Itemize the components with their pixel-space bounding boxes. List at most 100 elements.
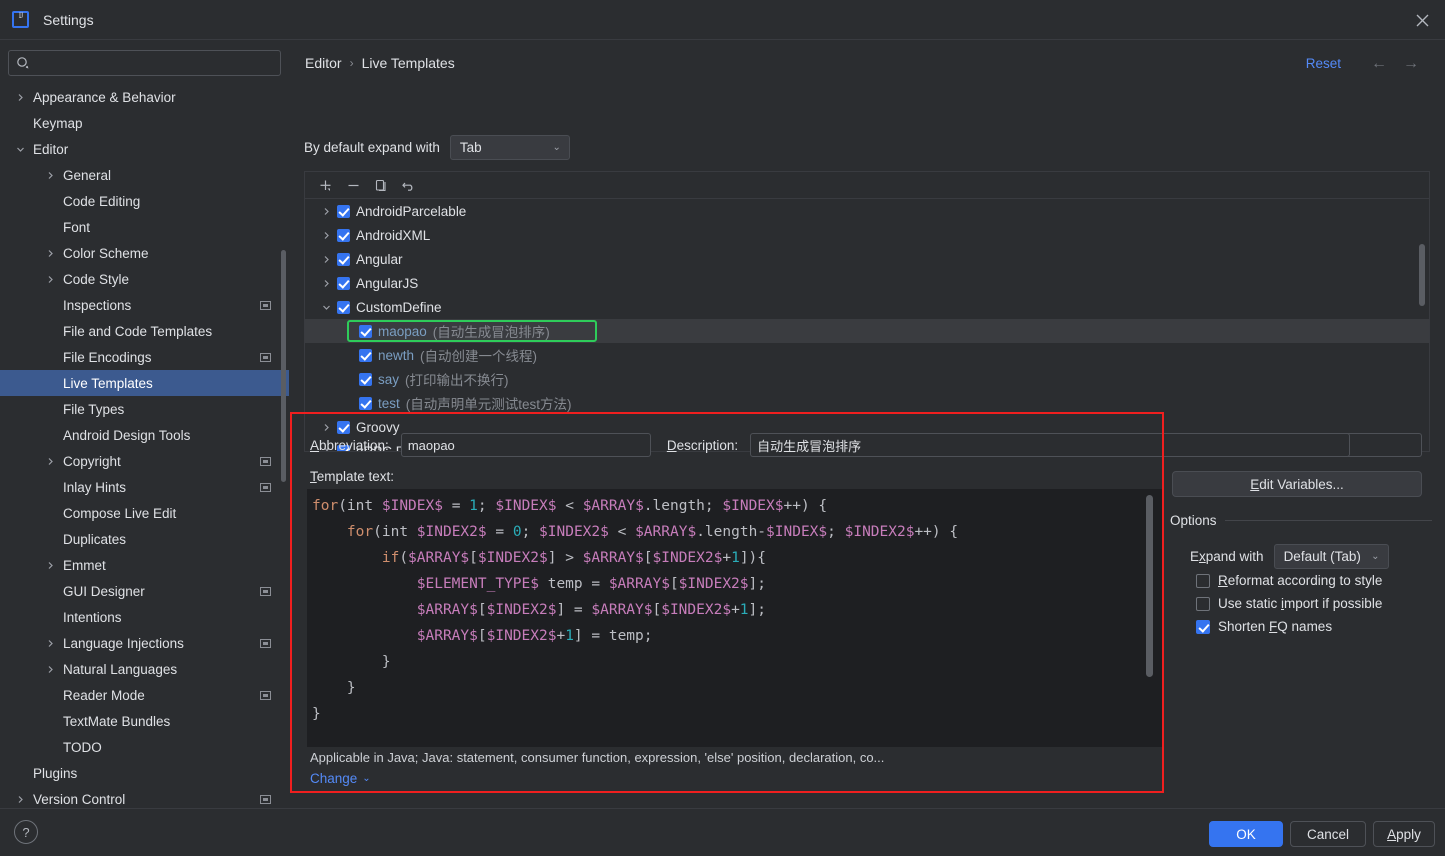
- sidebar-item-emmet[interactable]: Emmet: [0, 552, 289, 578]
- chevron-right-icon[interactable]: [319, 207, 333, 216]
- template-code[interactable]: for(int $INDEX$ = 1; $INDEX$ < $ARRAY$.l…: [307, 489, 1162, 727]
- description-input[interactable]: [750, 433, 1351, 457]
- remove-icon[interactable]: [341, 174, 365, 196]
- expand-default-value: Tab: [459, 140, 482, 155]
- settings-sidebar[interactable]: Appearance & Behavior Keymap Editor General…: [0, 84, 289, 808]
- sidebar-item-intentions[interactable]: Intentions: [0, 604, 289, 630]
- sidebar-item-textmate-bundles[interactable]: TextMate Bundles: [0, 708, 289, 734]
- chevron-right-icon[interactable]: [44, 559, 57, 572]
- cancel-button[interactable]: Cancel: [1290, 821, 1366, 847]
- template-enabled-checkbox[interactable]: [337, 252, 350, 266]
- template-enabled-checkbox[interactable]: [337, 204, 350, 218]
- sidebar-item-file-encodings[interactable]: File Encodings: [0, 344, 289, 370]
- reset-link[interactable]: Reset: [1306, 56, 1341, 71]
- sidebar-scrollbar[interactable]: [281, 250, 286, 482]
- sidebar-item-editor[interactable]: Editor: [0, 136, 289, 162]
- sidebar-item-general[interactable]: General: [0, 162, 289, 188]
- breadcrumb-item-editor[interactable]: Editor: [305, 55, 342, 71]
- chevron-right-icon[interactable]: [14, 793, 27, 806]
- sidebar-item-version-control[interactable]: Version Control: [0, 786, 289, 808]
- help-icon[interactable]: ?: [14, 820, 38, 844]
- add-icon[interactable]: [313, 174, 337, 196]
- sidebar-item-reader-mode[interactable]: Reader Mode: [0, 682, 289, 708]
- sidebar-item-copyright[interactable]: Copyright: [0, 448, 289, 474]
- template-tree-row[interactable]: say (打印输出不换行): [305, 367, 1429, 391]
- sidebar-item-todo[interactable]: TODO: [0, 734, 289, 760]
- template-text-editor[interactable]: for(int $INDEX$ = 1; $INDEX$ < $ARRAY$.l…: [307, 489, 1162, 747]
- chevron-right-icon[interactable]: [14, 91, 27, 104]
- template-tree-row[interactable]: newth (自动创建一个线程): [305, 343, 1429, 367]
- template-tree-row[interactable]: maopao (自动生成冒泡排序): [305, 319, 1429, 343]
- sidebar-item-label: Inlay Hints: [63, 479, 127, 495]
- config-badge-icon: [260, 482, 271, 492]
- sidebar-item-duplicates[interactable]: Duplicates: [0, 526, 289, 552]
- revert-icon[interactable]: [397, 174, 421, 196]
- chevron-down-icon[interactable]: [319, 303, 333, 312]
- chevron-right-icon[interactable]: [44, 247, 57, 260]
- apply-button[interactable]: Apply: [1373, 821, 1435, 847]
- chevron-right-icon[interactable]: [319, 279, 333, 288]
- change-context-link[interactable]: Change ⌄: [310, 771, 371, 786]
- sidebar-item-plugins[interactable]: Plugins: [0, 760, 289, 786]
- sidebar-item-file-types[interactable]: File Types: [0, 396, 289, 422]
- sidebar-item-file-and-code-templates[interactable]: File and Code Templates: [0, 318, 289, 344]
- arrow-right-icon[interactable]: →: [1403, 55, 1419, 73]
- chevron-right-icon[interactable]: [44, 637, 57, 650]
- chevron-down-icon[interactable]: [14, 143, 27, 156]
- template-enabled-checkbox[interactable]: [337, 276, 350, 290]
- chevron-right-icon[interactable]: [44, 273, 57, 286]
- sidebar-item-font[interactable]: Font: [0, 214, 289, 240]
- sidebar-item-inspections[interactable]: Inspections: [0, 292, 289, 318]
- template-enabled-checkbox[interactable]: [359, 324, 372, 338]
- sidebar-item-appearance-behavior[interactable]: Appearance & Behavior: [0, 84, 289, 110]
- sidebar-item-color-scheme[interactable]: Color Scheme: [0, 240, 289, 266]
- template-tree-row[interactable]: CustomDefine: [305, 295, 1429, 319]
- template-tree-row[interactable]: Angular: [305, 247, 1429, 271]
- sidebar-item-natural-languages[interactable]: Natural Languages: [0, 656, 289, 682]
- expand-default-dropdown[interactable]: Tab ⌄: [449, 135, 570, 160]
- template-tree-row[interactable]: test (自动声明单元测试test方法): [305, 391, 1429, 415]
- template-enabled-checkbox[interactable]: [359, 396, 372, 410]
- ok-button[interactable]: OK: [1209, 821, 1283, 847]
- search-input[interactable]: [30, 51, 280, 75]
- template-tree[interactable]: AndroidParcelable AndroidXML Angular Angula…: [305, 199, 1429, 451]
- template-tree-scrollbar[interactable]: [1419, 244, 1425, 306]
- template-tree-row[interactable]: AndroidXML: [305, 223, 1429, 247]
- chevron-right-icon[interactable]: [44, 169, 57, 182]
- sidebar-item-language-injections[interactable]: Language Injections: [0, 630, 289, 656]
- arrow-left-icon[interactable]: ←: [1371, 55, 1387, 73]
- sidebar-item-live-templates[interactable]: Live Templates: [0, 370, 289, 396]
- template-enabled-checkbox[interactable]: [337, 420, 350, 434]
- template-enabled-checkbox[interactable]: [359, 348, 372, 362]
- edit-variables-button[interactable]: Edit Variables...: [1172, 471, 1422, 497]
- template-enabled-checkbox[interactable]: [337, 228, 350, 242]
- sidebar-item-compose-live-edit[interactable]: Compose Live Edit: [0, 500, 289, 526]
- template-enabled-checkbox[interactable]: [359, 372, 372, 386]
- sidebar-item-code-style[interactable]: Code Style: [0, 266, 289, 292]
- sidebar-item-label: Duplicates: [63, 531, 127, 547]
- settings-search[interactable]: [8, 50, 281, 76]
- chevron-right-icon[interactable]: [44, 663, 57, 676]
- template-tree-row[interactable]: AngularJS: [305, 271, 1429, 295]
- chevron-right-icon[interactable]: [319, 255, 333, 264]
- chevron-right-icon[interactable]: [44, 455, 57, 468]
- sidebar-item-android-design-tools[interactable]: Android Design Tools: [0, 422, 289, 448]
- code-editor-scrollbar[interactable]: [1146, 495, 1153, 677]
- checkbox-shorten-fq-names[interactable]: Shorten FQ names: [1196, 619, 1332, 634]
- sidebar-item-gui-designer[interactable]: GUI Designer: [0, 578, 289, 604]
- abbreviation-input[interactable]: [400, 433, 651, 457]
- code-token: ;: [827, 524, 845, 540]
- template-enabled-checkbox[interactable]: [337, 300, 350, 314]
- chevron-right-icon[interactable]: [319, 423, 333, 432]
- sidebar-item-keymap[interactable]: Keymap: [0, 110, 289, 136]
- checkbox-use-static-import[interactable]: Use static import if possible: [1196, 596, 1382, 611]
- checkbox-reformat-according-to-style[interactable]: Reformat according to style: [1196, 573, 1382, 588]
- chevron-right-icon[interactable]: [319, 231, 333, 240]
- sidebar-item-code-editing[interactable]: Code Editing: [0, 188, 289, 214]
- expand-with-dropdown[interactable]: Default (Tab) ⌄: [1273, 544, 1389, 569]
- sidebar-item-inlay-hints[interactable]: Inlay Hints: [0, 474, 289, 500]
- duplicate-icon[interactable]: [369, 174, 393, 196]
- close-icon[interactable]: [1399, 0, 1445, 40]
- template-row-description: (自动声明单元测试test方法): [405, 397, 572, 412]
- template-tree-row[interactable]: AndroidParcelable: [305, 199, 1429, 223]
